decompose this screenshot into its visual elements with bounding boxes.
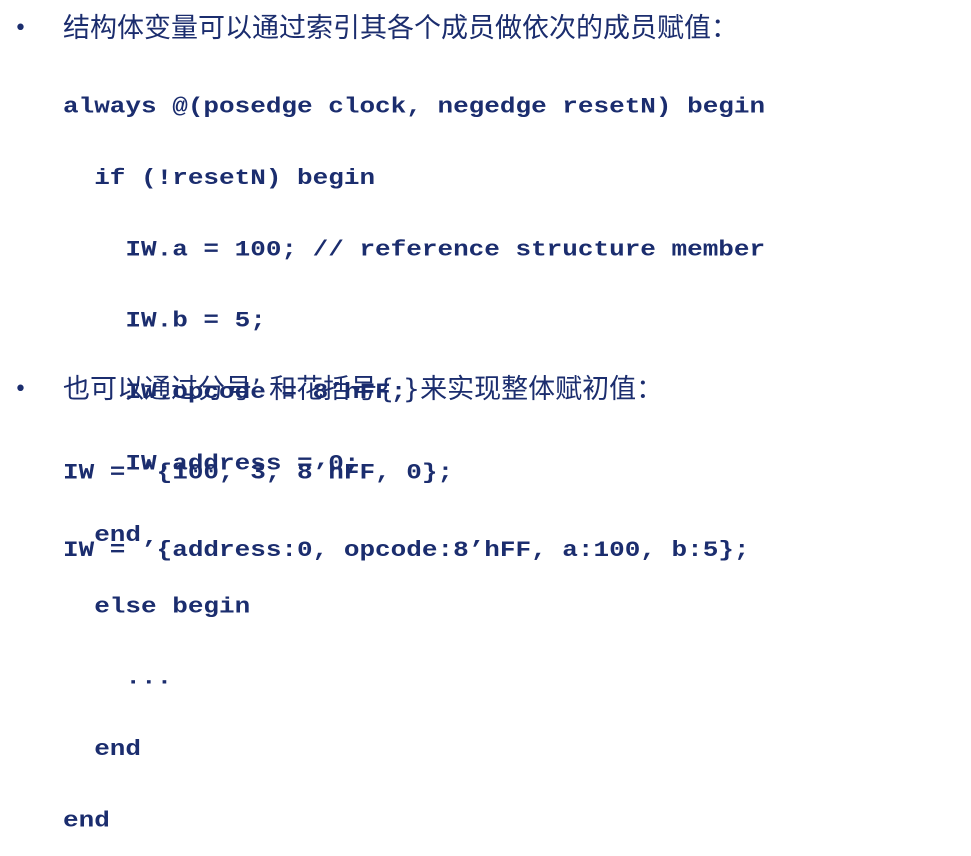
code-block-whole-assignment: IW = ’{100, 3, 8’hFF, 0}; IW = ’{address… — [63, 413, 750, 586]
heading-whole-assignment: 也可以通过分号’ 和花括号{ }来实现整体赋初值： — [63, 374, 664, 405]
code-line: if (!resetN) begin — [63, 165, 376, 191]
bullet-point: • — [14, 16, 27, 41]
code-line: end — [63, 807, 110, 834]
code-line: IW = ’{100, 3, 8’hFF, 0}; — [63, 459, 454, 486]
code-line: IW.a = 100; // reference structure membe… — [63, 236, 766, 263]
code-line: else begin — [63, 593, 251, 620]
heading-member-assignment: 结构体变量可以通过索引其各个成员做依次的成员赋值： — [63, 13, 738, 44]
code-line: IW = ’{address:0, opcode:8’hFF, a:100, b… — [63, 537, 750, 563]
code-line: end — [63, 736, 142, 762]
bullet-point: • — [14, 377, 27, 402]
code-line: IW.b = 5; — [63, 307, 266, 334]
code-line: ... — [63, 664, 173, 691]
code-line: always @(posedge clock, negedge resetN) … — [63, 93, 766, 120]
